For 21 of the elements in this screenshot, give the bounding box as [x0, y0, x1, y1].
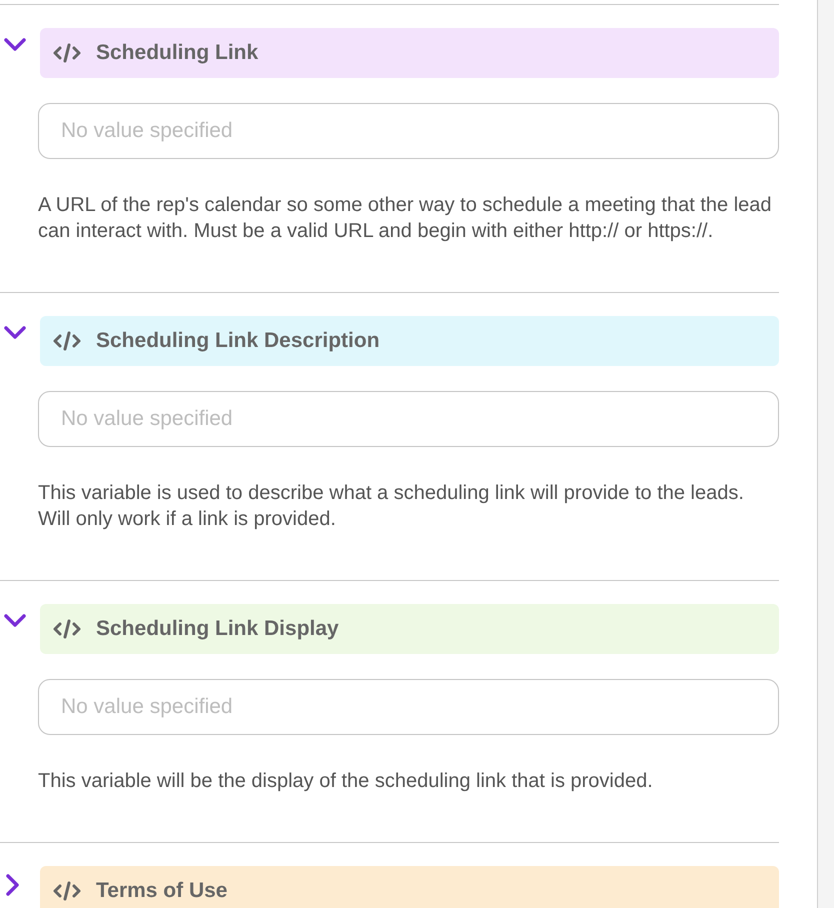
- code-icon: [52, 880, 82, 902]
- input-field[interactable]: No value specified: [38, 679, 779, 735]
- section-title: Scheduling Link: [96, 41, 258, 65]
- field-description: A URL of the rep's calendar so some other way to schedule a meeting that the lead can interact with. Must be a valid URL and begin with either http:// or https://.: [38, 193, 773, 244]
- chevron-down-icon[interactable]: [3, 612, 27, 629]
- section-header[interactable]: Scheduling Link: [40, 28, 779, 78]
- section-header[interactable]: Terms of Use: [40, 866, 779, 908]
- chevron-down-icon[interactable]: [3, 36, 27, 53]
- field-description: This variable is used to describe what a scheduling link will provide to the leads. Will only work if a link is provided.: [38, 481, 745, 532]
- chevron-down-icon[interactable]: [3, 324, 27, 341]
- section-title: Terms of Use: [96, 879, 228, 903]
- code-icon: [52, 330, 82, 352]
- input-field[interactable]: No value specified: [38, 103, 779, 159]
- section-title: Scheduling Link Display: [96, 617, 339, 641]
- input-field[interactable]: No value specified: [38, 391, 779, 447]
- code-icon: [52, 42, 82, 64]
- section-header[interactable]: Scheduling Link Display: [40, 604, 779, 654]
- code-icon: [52, 618, 82, 640]
- section-title: Scheduling Link Description: [96, 329, 380, 353]
- field-description: This variable will be the display of the scheduling link that is provided.: [38, 769, 654, 794]
- section-header[interactable]: Scheduling Link Description: [40, 316, 779, 366]
